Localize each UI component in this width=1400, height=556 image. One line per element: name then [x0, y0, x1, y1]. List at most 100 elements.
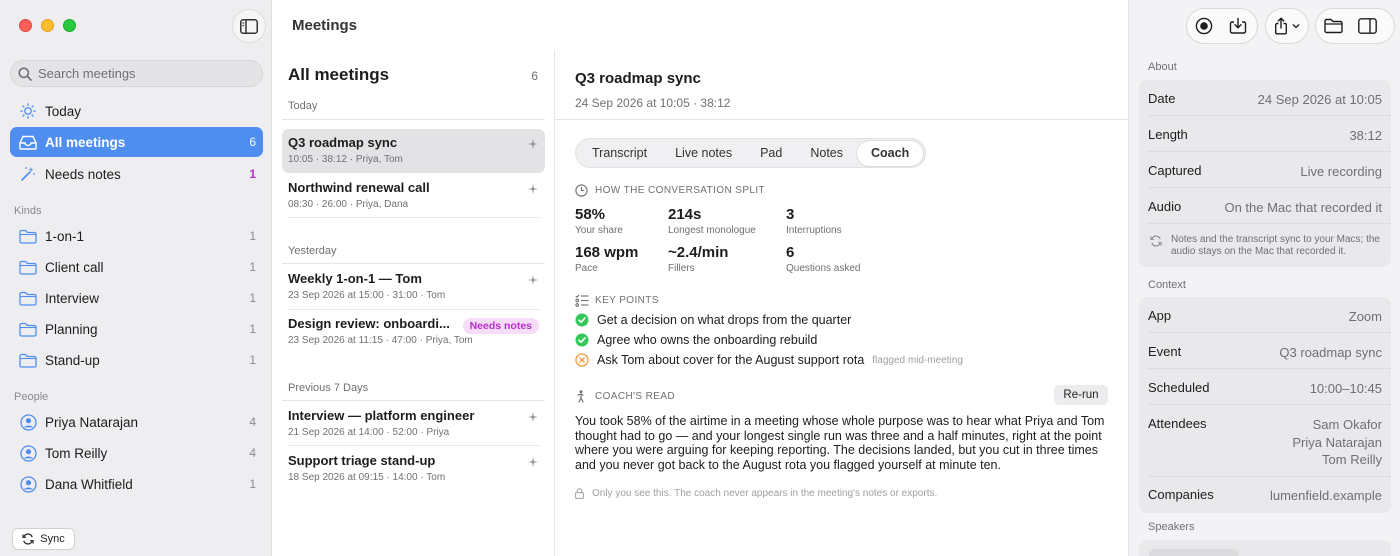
- meeting-subtitle: 08:30 · 26:00 · Priya, Dana: [288, 199, 409, 210]
- info-key: Event: [1148, 344, 1182, 359]
- stat-pace: 168 wpm Pace: [575, 244, 638, 274]
- person-circle-icon: [19, 444, 37, 462]
- sidebar-item-kind[interactable]: Interview 1: [10, 283, 263, 313]
- folder-icon: [19, 289, 37, 307]
- sync-note-text: Notes and the transcript sync to your Ma…: [1171, 234, 1380, 257]
- record-button[interactable]: [1187, 9, 1221, 43]
- list-count: 6: [531, 69, 538, 83]
- meeting-row[interactable]: Interview — platform engineer 21 Sep 202…: [282, 402, 545, 446]
- sidebar: Search meetings Today All meetings 6 Nee…: [0, 0, 272, 556]
- record-icon: [1195, 17, 1213, 35]
- zoom-window-button[interactable]: [63, 19, 76, 32]
- search-icon: [18, 66, 32, 81]
- coach-heading-text: COACH'S READ: [595, 390, 676, 402]
- check-circle-icon: [575, 313, 589, 327]
- detail-tabs: Transcript Live notes Pad Notes Coach: [575, 138, 927, 168]
- clock-icon: [575, 183, 589, 197]
- key-point-text: Ask Tom about cover for the August suppo…: [597, 353, 865, 367]
- minimize-window-button[interactable]: [41, 19, 54, 32]
- sidebar-item-label: Stand-up: [45, 352, 100, 368]
- meeting-subtitle: 21 Sep 2026 at 14:00 · 52:00 · Priya: [288, 427, 450, 438]
- tab-coach[interactable]: Coach: [857, 140, 924, 166]
- meeting-subtitle: 18 Sep 2026 at 09:15 · 14:00 · Tom: [288, 472, 446, 483]
- people-section-label: People: [14, 391, 49, 403]
- inspector-panel: About Date 24 Sep 2026 at 10:05 Length 38:…: [1128, 0, 1400, 556]
- divider: [1148, 332, 1391, 333]
- tab-notes[interactable]: Notes: [796, 141, 857, 166]
- needs-notes-badge: Needs notes: [462, 318, 539, 334]
- checklist-icon: [575, 293, 589, 307]
- sidebar-item-label: Client call: [45, 259, 104, 275]
- meeting-subtitle: 23 Sep 2026 at 11:15 · 47:00 · Priya, To…: [288, 335, 473, 346]
- info-key: Audio: [1148, 199, 1182, 214]
- figure-icon: [575, 389, 589, 403]
- import-button[interactable]: [1221, 9, 1255, 43]
- sidebar-toggle-button[interactable]: [232, 9, 266, 43]
- divider: [1148, 404, 1391, 405]
- meeting-detail-title: Q3 roadmap sync: [575, 70, 701, 87]
- close-window-button[interactable]: [19, 19, 32, 32]
- sidebar-item-kind[interactable]: Planning 1: [10, 314, 263, 344]
- info-key: Companies: [1148, 487, 1214, 502]
- meeting-row[interactable]: Northwind renewal call 08:30 · 26:00 · P…: [282, 174, 545, 218]
- window-title: Meetings: [292, 17, 358, 34]
- sidebar-item-person[interactable]: Priya Natarajan 4: [10, 407, 263, 437]
- sync-button[interactable]: Sync: [12, 528, 75, 550]
- tab-transcript[interactable]: Transcript: [578, 141, 661, 166]
- tab-live-notes[interactable]: Live notes: [661, 141, 746, 166]
- info-value: Q3 roadmap sync: [1279, 345, 1382, 360]
- stat-label: Longest monologue: [668, 225, 756, 236]
- person-circle-icon: [19, 413, 37, 431]
- meeting-row[interactable]: Q3 roadmap sync 10:05 · 38:12 · Priya, T…: [282, 129, 545, 173]
- about-card: Date 24 Sep 2026 at 10:05 Length 38:12 Cap…: [1139, 80, 1391, 267]
- speaker-chip[interactable]: [1149, 549, 1239, 556]
- sync-label: Sync: [40, 533, 65, 545]
- info-key: Date: [1148, 91, 1176, 106]
- tab-pad[interactable]: Pad: [746, 141, 796, 166]
- sidebar-item-all-meetings[interactable]: All meetings 6: [10, 127, 263, 157]
- stat-value: 6: [786, 244, 795, 261]
- stat-label: Fillers: [668, 263, 695, 274]
- key-point-note: flagged mid-meeting: [872, 354, 963, 366]
- sparkle-icon: [528, 184, 538, 194]
- sidebar-item-needs-notes[interactable]: Needs notes 1: [10, 159, 263, 189]
- sidebar-item-label: Needs notes: [45, 166, 121, 182]
- divider: [1148, 476, 1391, 477]
- divider: [1148, 368, 1391, 369]
- stat-value: 3: [786, 206, 795, 223]
- meeting-title: Q3 roadmap sync: [288, 135, 398, 150]
- info-key: Captured: [1148, 163, 1202, 178]
- meeting-row[interactable]: Weekly 1-on-1 — Tom 23 Sep 2026 at 15:00…: [282, 265, 545, 309]
- key-points-heading-text: KEY POINTS: [595, 294, 659, 306]
- meeting-title: Northwind renewal call: [288, 180, 430, 195]
- sidebar-item-person[interactable]: Dana Whitfield 1: [10, 469, 263, 499]
- info-key: Scheduled: [1148, 380, 1210, 395]
- meeting-row[interactable]: Design review: onboardi... 23 Sep 2026 a…: [282, 310, 545, 354]
- sidebar-item-kind[interactable]: 1-on-1 1: [10, 221, 263, 251]
- meeting-row[interactable]: Support triage stand-up 18 Sep 2026 at 0…: [282, 447, 545, 491]
- magic-wand-icon: [19, 165, 37, 183]
- inspector-toggle-button[interactable]: [1350, 9, 1384, 43]
- share-menu-button[interactable]: [1265, 8, 1309, 44]
- sidebar-item-count: 4: [249, 415, 256, 429]
- sidebar-item-label: Interview: [45, 290, 100, 306]
- share-icon: [1275, 17, 1287, 35]
- rerun-button[interactable]: Re-run: [1054, 385, 1108, 405]
- folder-button[interactable]: [1316, 9, 1350, 43]
- stat-interruptions: 3 Interruptions: [786, 206, 842, 236]
- search-input[interactable]: Search meetings: [10, 60, 263, 87]
- sidebar-item-person[interactable]: Tom Reilly 4: [10, 438, 263, 468]
- sidebar-item-kind[interactable]: Stand-up 1: [10, 345, 263, 375]
- speakers-section-label: Speakers: [1148, 521, 1195, 533]
- divider: [1148, 115, 1391, 116]
- sync-note: Notes and the transcript sync to your Ma…: [1150, 234, 1382, 258]
- meeting-title: Design review: onboardi...: [288, 316, 450, 331]
- stat-fillers: ~2.4/min Fillers: [668, 244, 728, 274]
- sidebar-item-label: Tom Reilly: [45, 445, 108, 461]
- sidebar-item-kind[interactable]: Client call 1: [10, 252, 263, 282]
- info-value: Zoom: [1348, 309, 1382, 324]
- tray-download-icon: [1229, 17, 1247, 34]
- sidebar-item-today[interactable]: Today: [10, 96, 263, 126]
- sidebar-right-icon: [1357, 18, 1377, 34]
- sidebar-item-count: 1: [249, 260, 256, 274]
